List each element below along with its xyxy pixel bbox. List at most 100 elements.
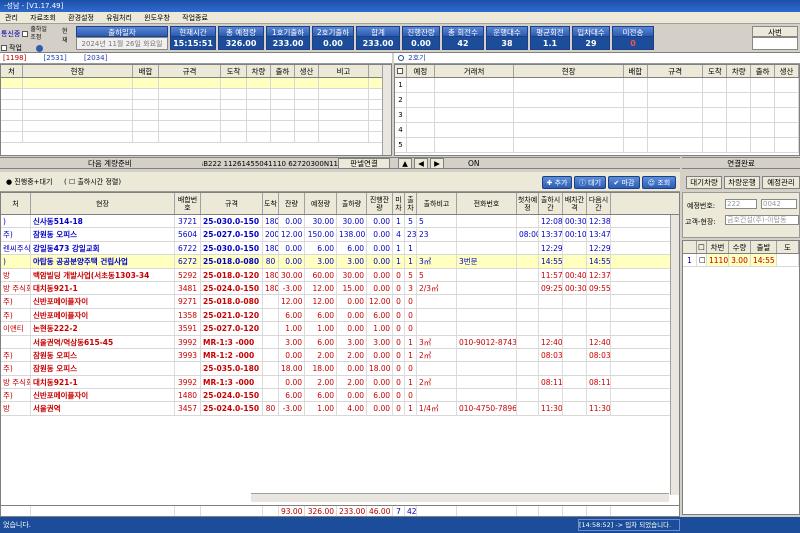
- column-header[interactable]: 출차: [405, 193, 417, 214]
- arrow-left-button[interactable]: ◀: [414, 158, 428, 168]
- table-row[interactable]: [1, 131, 391, 143]
- tab-vehicle-operation[interactable]: 차량운행: [724, 176, 760, 189]
- tab-plan-management[interactable]: 예정관리: [762, 176, 800, 189]
- cell-mix: 1480: [175, 389, 201, 402]
- table-row[interactable]: 주) 신반포메이플자이 1480 25-024.0-150 6.00 6.00 0.00 6.…: [1, 389, 679, 403]
- employee-field[interactable]: [752, 37, 798, 50]
- table-row[interactable]: 방 서울권역 3457 25-024.0-150 80 -3.00 1.00 4.00 0.00…: [1, 402, 679, 416]
- menu-item[interactable]: 작업종료: [182, 14, 208, 22]
- column-header[interactable]: 배합번호: [175, 193, 201, 214]
- column-header[interactable]: 도착: [263, 193, 279, 214]
- table-row[interactable]: 주) 신반포메이플자이 1358 25-021.0-120 6.00 6.00 0.00 6.…: [1, 308, 679, 323]
- column-header[interactable]: 첫차예정: [517, 193, 539, 214]
- arrow-right-button[interactable]: ▶: [430, 158, 444, 168]
- table-row[interactable]: 주) 신반포메이플자이 9271 25-018.0-080 12.00 12.00 0.00…: [1, 295, 679, 309]
- header-check-icon[interactable]: ☐: [697, 241, 707, 253]
- radio-sort-time[interactable]: ( ☐ 출하시간 정렬): [64, 177, 121, 187]
- waiting-row[interactable]: 1 ☐ 1110 3.00 14:55: [683, 254, 799, 268]
- table-row[interactable]: 이앤티 논현동222-2 3591 25-027.0-120 1.00 1.00 0.00 1…: [1, 322, 679, 336]
- column-header[interactable]: 현장: [31, 193, 175, 214]
- table-row[interactable]: [1, 99, 391, 111]
- column-header[interactable]: 출하시간: [539, 193, 563, 214]
- table-row[interactable]: [1, 78, 391, 89]
- column-header[interactable]: 진행잔량: [367, 193, 393, 214]
- line2-title: 2호기: [408, 54, 426, 62]
- column-header[interactable]: 전화번호: [457, 193, 517, 214]
- checkbox-out-time[interactable]: [22, 31, 29, 37]
- column-header[interactable]: 처: [1, 193, 31, 214]
- table-row[interactable]: 5: [395, 138, 799, 153]
- plan-seq-field[interactable]: 0042: [761, 199, 797, 209]
- column-header[interactable]: 미차: [393, 193, 405, 214]
- cell-note: 5: [417, 268, 457, 281]
- table-row[interactable]: [1, 88, 391, 100]
- cell-next: 12:37: [589, 268, 611, 281]
- main-hscroll[interactable]: [251, 493, 669, 502]
- table-row[interactable]: 주) 잠원동 오피스 3993 MR-1:2 -000 0.00 2.00 2.00 0.00…: [1, 348, 679, 363]
- cell-spec: 25-024.0-150: [201, 402, 263, 415]
- table-row[interactable]: 2: [395, 93, 799, 108]
- main-vscroll[interactable]: [670, 215, 679, 495]
- code-2: [2531]: [43, 54, 67, 62]
- header-checkbox[interactable]: [395, 65, 407, 77]
- query-button[interactable]: ☺ 조회: [642, 176, 676, 189]
- cell-out: 0: [405, 295, 417, 308]
- column-header[interactable]: 다음시간: [587, 193, 611, 214]
- close-button[interactable]: ✔ 마감: [608, 176, 640, 189]
- cell-plan: 150.00: [305, 228, 337, 241]
- table-row[interactable]: 3: [395, 108, 799, 123]
- cell-mi: 4: [393, 228, 405, 241]
- cell-gap: [563, 255, 587, 268]
- table-row[interactable]: 주) 잠원동 오피스 25-035.0-180 18.00 18.00 0.00 18.00…: [1, 362, 679, 376]
- table-row[interactable]: 1: [395, 78, 799, 93]
- cell-plan: 30.00: [305, 215, 337, 228]
- cell-arr: [263, 322, 279, 335]
- panel-connect-button[interactable]: 판넬연결: [338, 158, 390, 168]
- customer-site-field[interactable]: 금호건설(주)-아탑동: [725, 215, 799, 225]
- table-row[interactable]: 4: [395, 123, 799, 138]
- cell-c: 주): [1, 362, 31, 375]
- column-header[interactable]: 출하비고: [417, 193, 457, 214]
- menu-item[interactable]: 관리: [5, 14, 18, 22]
- table-row[interactable]: 렌씨주식회강일동473 강일교회672225-030.0-1501800.006…: [1, 241, 679, 256]
- cell-rem: -3.00: [279, 281, 305, 295]
- menu-item[interactable]: 윈도우창: [144, 14, 170, 22]
- column-header[interactable]: 규격: [201, 193, 263, 214]
- tab-waiting-vehicles[interactable]: 대기차량: [686, 176, 722, 189]
- wait-button[interactable]: ⓘ 대기: [574, 176, 606, 189]
- table-row[interactable]: 방 백암빌딩 개발사업(서초동1303-34 5292 25-018.0-120 180…: [1, 268, 679, 282]
- menu-item[interactable]: 환경설정: [68, 14, 94, 22]
- table-row[interactable]: ) 신사동514-18 3721 25-030.0-150 180 0.00 30.00 30…: [1, 215, 679, 229]
- checkbox-work[interactable]: [1, 45, 7, 51]
- table-row[interactable]: 방 주식회 대치동921-1 3481 25-024.0-150 180 -3.00 12.…: [1, 281, 679, 296]
- cell-site: 대치동921-1: [31, 375, 175, 389]
- column-header[interactable]: 출하량: [337, 193, 367, 214]
- table-row[interactable]: 주) 잠원동 오피스 5604 25-027.0-150 200 12.00 150.00 1…: [1, 228, 679, 242]
- cell-note: [417, 322, 457, 335]
- column-header[interactable]: 예정량: [305, 193, 337, 214]
- table-row[interactable]: ) 아탑동 공공분양주택 건립사업 6272 25-018.0-080 80 0.00 3.…: [1, 255, 679, 269]
- table-row[interactable]: 서울권역/역삼동615-45 3992 MR-1:3 -000 3.00 6.00 3.0…: [1, 335, 679, 349]
- radio-line2-icon[interactable]: [398, 55, 404, 61]
- table-row[interactable]: [1, 110, 391, 122]
- arrow-up-button[interactable]: ▲: [398, 158, 412, 168]
- radio-icon[interactable]: [35, 44, 43, 52]
- plan-number-field[interactable]: 222: [725, 199, 757, 209]
- cell-spec: MR-1:2 -000: [201, 348, 263, 362]
- radio-in-progress[interactable]: ● 진행중+대기: [6, 177, 52, 187]
- cell-c: 주): [1, 389, 31, 402]
- menu-item[interactable]: 자료조회: [30, 14, 56, 22]
- line1-vscroll[interactable]: [382, 65, 391, 155]
- cell-prog: 0.00: [367, 281, 393, 295]
- date-picker[interactable]: 2024년 11월 26일 화요일: [76, 37, 168, 50]
- table-row[interactable]: 방 주식회 대치동921-1 3992 MR-1:3 -000 0.00 2.00 2.00…: [1, 375, 679, 390]
- cell-mix: 3457: [175, 402, 201, 415]
- add-button[interactable]: ✚ 추가: [542, 176, 572, 189]
- cell-plan: 12.00: [305, 295, 337, 308]
- column-header[interactable]: 배차간격: [563, 193, 587, 214]
- menu-item[interactable]: 유림처리: [106, 14, 132, 22]
- row-check-icon[interactable]: ☐: [697, 254, 707, 267]
- column-header[interactable]: 잔량: [279, 193, 305, 214]
- table-row[interactable]: [1, 121, 391, 132]
- cell-first: [517, 255, 539, 268]
